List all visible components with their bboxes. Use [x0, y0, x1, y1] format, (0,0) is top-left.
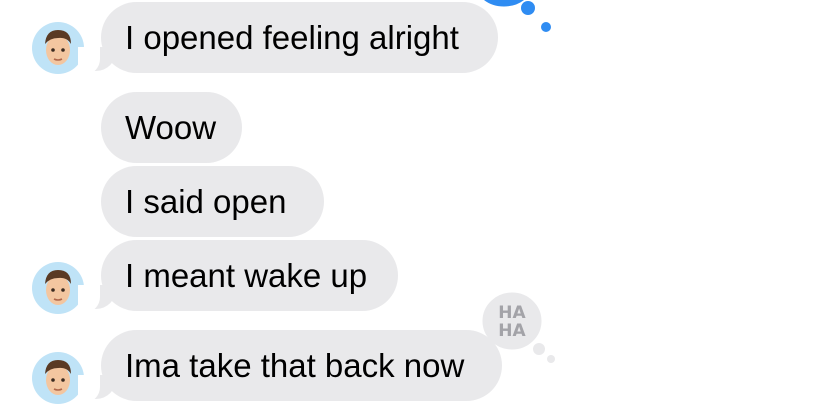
sender-avatar[interactable] [32, 262, 84, 314]
sender-avatar[interactable] [32, 22, 84, 74]
haha-tapback-label-line2: HA [498, 321, 526, 341]
haha-tapback-label-line1: HA [498, 303, 526, 323]
message-bubble[interactable]: I said open [101, 166, 324, 237]
message-text: I meant wake up [125, 257, 368, 294]
message-bubble[interactable]: I opened feeling alright [101, 2, 498, 73]
message-text: I opened feeling alright [125, 19, 459, 56]
message-bubble[interactable]: Woow [101, 92, 242, 163]
message-text: Woow [125, 109, 217, 146]
message-text: Ima take that back now [125, 347, 465, 384]
message-bubble[interactable]: I meant wake up [101, 240, 398, 311]
message-text: I said open [125, 183, 287, 220]
message-bubble[interactable]: Ima take that back now [101, 330, 502, 401]
sender-avatar[interactable] [32, 352, 84, 404]
